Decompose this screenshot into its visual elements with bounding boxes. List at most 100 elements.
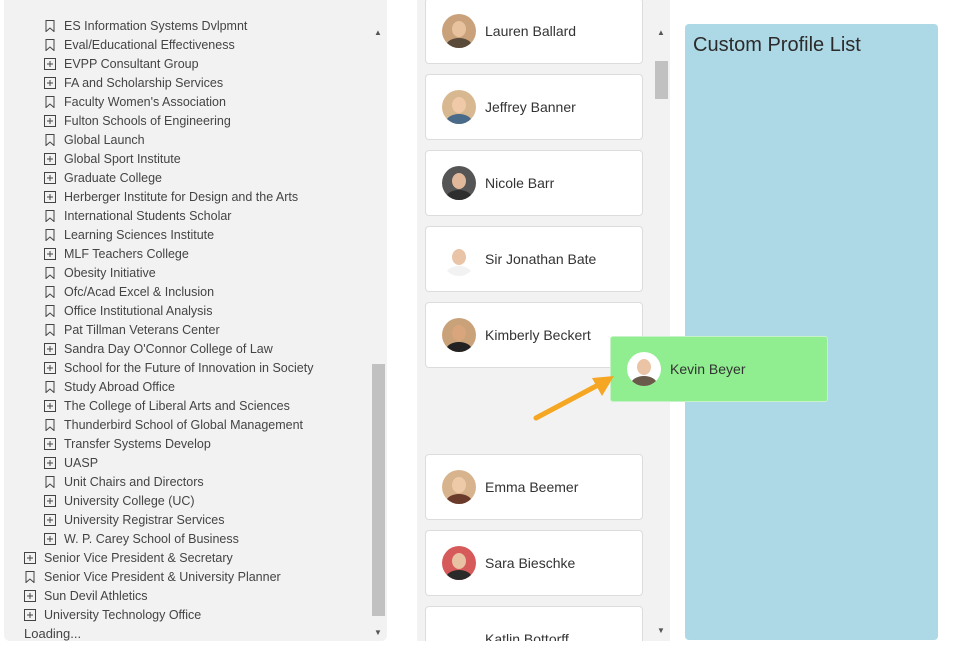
tree-item[interactable]: University Registrar Services — [4, 510, 370, 529]
expand-icon[interactable] — [44, 361, 56, 374]
avatar — [442, 14, 476, 48]
bookmark-icon[interactable] — [44, 209, 56, 222]
profile-card[interactable]: Sir Jonathan Bate — [425, 226, 643, 292]
tree-item[interactable]: Office Institutional Analysis — [4, 301, 370, 320]
tree-item[interactable]: EVPP Consultant Group — [4, 54, 370, 73]
tree-item-label: Global Sport Institute — [64, 151, 181, 166]
tree-item[interactable]: Senior Vice President & University Plann… — [4, 567, 370, 586]
dragging-profile-card[interactable]: Kevin Beyer — [610, 336, 828, 402]
tree-item[interactable]: Senior Vice President & Secretary — [4, 548, 370, 567]
expand-icon[interactable] — [44, 513, 56, 526]
bookmark-icon[interactable] — [44, 133, 56, 146]
bookmark-icon[interactable] — [44, 285, 56, 298]
profile-card[interactable]: Sara Bieschke — [425, 530, 643, 596]
tree-item[interactable]: FA and Scholarship Services — [4, 73, 370, 92]
scroll-up-button[interactable]: ▲ — [653, 24, 669, 40]
tree-item[interactable]: Learning Sciences Institute — [4, 225, 370, 244]
tree-item[interactable]: Sandra Day O'Connor College of Law — [4, 339, 370, 358]
expand-icon[interactable] — [24, 589, 36, 602]
bookmark-icon[interactable] — [44, 95, 56, 108]
profile-card[interactable]: Emma Beemer — [425, 454, 643, 520]
tree-item[interactable]: ES Information Systems Dvlpmnt — [4, 16, 370, 35]
profile-name: Nicole Barr — [485, 175, 555, 191]
avatar — [442, 546, 476, 580]
tree-item[interactable]: Transfer Systems Develop — [4, 434, 370, 453]
profile-card[interactable]: Lauren Ballard — [425, 0, 643, 64]
expand-icon[interactable] — [44, 190, 56, 203]
tree-item[interactable]: Pat Tillman Veterans Center — [4, 320, 370, 339]
scroll-thumb[interactable] — [372, 364, 385, 616]
bookmark-icon[interactable] — [24, 570, 36, 583]
tree-item[interactable]: W. P. Carey School of Business — [4, 529, 370, 548]
tree-item[interactable]: Obesity Initiative — [4, 263, 370, 282]
tree-item[interactable]: Ofc/Acad Excel & Inclusion — [4, 282, 370, 301]
tree-item-label: Eval/Educational Effectiveness — [64, 37, 235, 52]
tree-item[interactable]: Sun Devil Athletics — [4, 586, 370, 605]
bookmark-icon[interactable] — [44, 304, 56, 317]
expand-icon[interactable] — [44, 171, 56, 184]
expand-icon[interactable] — [24, 551, 36, 564]
profile-card[interactable]: Nicole Barr — [425, 150, 643, 216]
tree-item-label: Senior Vice President & Secretary — [44, 550, 233, 565]
expand-icon[interactable] — [44, 57, 56, 70]
expand-icon[interactable] — [44, 437, 56, 450]
expand-icon[interactable] — [44, 114, 56, 127]
people-scrollbar[interactable]: ▲ ▼ — [653, 24, 670, 641]
profile-card[interactable]: Katlin Bottorff — [425, 606, 643, 641]
tree-item[interactable]: Study Abroad Office — [4, 377, 370, 396]
tree-item-label: Office Institutional Analysis — [64, 303, 213, 318]
tree-item[interactable]: University College (UC) — [4, 491, 370, 510]
tree-item[interactable]: Thunderbird School of Global Management — [4, 415, 370, 434]
loading-label: Loading... — [24, 626, 82, 641]
profile-card[interactable]: Jeffrey Banner — [425, 74, 643, 140]
expand-icon[interactable] — [44, 342, 56, 355]
expand-icon[interactable] — [44, 456, 56, 469]
tree-item-label: Pat Tillman Veterans Center — [64, 322, 220, 337]
tree-item-label: UASP — [64, 455, 99, 470]
tree-item[interactable]: Unit Chairs and Directors — [4, 472, 370, 491]
expand-icon[interactable] — [44, 152, 56, 165]
tree-item-label: W. P. Carey School of Business — [64, 531, 239, 546]
bookmark-icon[interactable] — [44, 475, 56, 488]
tree-item[interactable]: University Technology Office — [4, 605, 370, 624]
tree-item-label: Graduate College — [64, 170, 162, 185]
tree-item[interactable]: Global Sport Institute — [4, 149, 370, 168]
scroll-thumb[interactable] — [655, 61, 668, 99]
scroll-up-button[interactable]: ▲ — [370, 24, 386, 40]
tree-item[interactable]: Fulton Schools of Engineering — [4, 111, 370, 130]
bookmark-icon[interactable] — [44, 380, 56, 393]
avatar — [442, 318, 476, 352]
scroll-down-button[interactable]: ▼ — [370, 624, 386, 640]
expand-icon[interactable] — [44, 247, 56, 260]
profile-name: Sir Jonathan Bate — [485, 251, 597, 267]
expand-icon[interactable] — [24, 608, 36, 621]
avatar — [442, 166, 476, 200]
bookmark-icon[interactable] — [44, 418, 56, 431]
custom-profile-drop-zone[interactable]: Custom Profile List — [685, 24, 938, 640]
bookmark-icon[interactable] — [44, 38, 56, 51]
profile-name: Emma Beemer — [485, 479, 579, 495]
tree-item[interactable]: MLF Teachers College — [4, 244, 370, 263]
tree-scrollbar[interactable]: ▲ ▼ — [370, 0, 387, 641]
tree-item[interactable]: International Students Scholar — [4, 206, 370, 225]
tree-item[interactable]: Global Launch — [4, 130, 370, 149]
expand-icon[interactable] — [44, 532, 56, 545]
tree-item-label: Sandra Day O'Connor College of Law — [64, 341, 273, 356]
scroll-down-button[interactable]: ▼ — [653, 622, 669, 638]
bookmark-icon[interactable] — [44, 266, 56, 279]
expand-icon[interactable] — [44, 494, 56, 507]
tree-item[interactable]: Eval/Educational Effectiveness — [4, 35, 370, 54]
tree-item[interactable]: Faculty Women's Association — [4, 92, 370, 111]
tree-item[interactable]: UASP — [4, 453, 370, 472]
bookmark-icon[interactable] — [44, 323, 56, 336]
tree-item-label: MLF Teachers College — [64, 246, 189, 261]
tree-item[interactable]: The College of Liberal Arts and Sciences — [4, 396, 370, 415]
tree-item[interactable]: School for the Future of Innovation in S… — [4, 358, 370, 377]
tree-item[interactable]: Herberger Institute for Design and the A… — [4, 187, 370, 206]
avatar — [627, 352, 661, 386]
bookmark-icon[interactable] — [44, 228, 56, 241]
bookmark-icon[interactable] — [44, 19, 56, 32]
tree-item[interactable]: Graduate College — [4, 168, 370, 187]
expand-icon[interactable] — [44, 76, 56, 89]
expand-icon[interactable] — [44, 399, 56, 412]
